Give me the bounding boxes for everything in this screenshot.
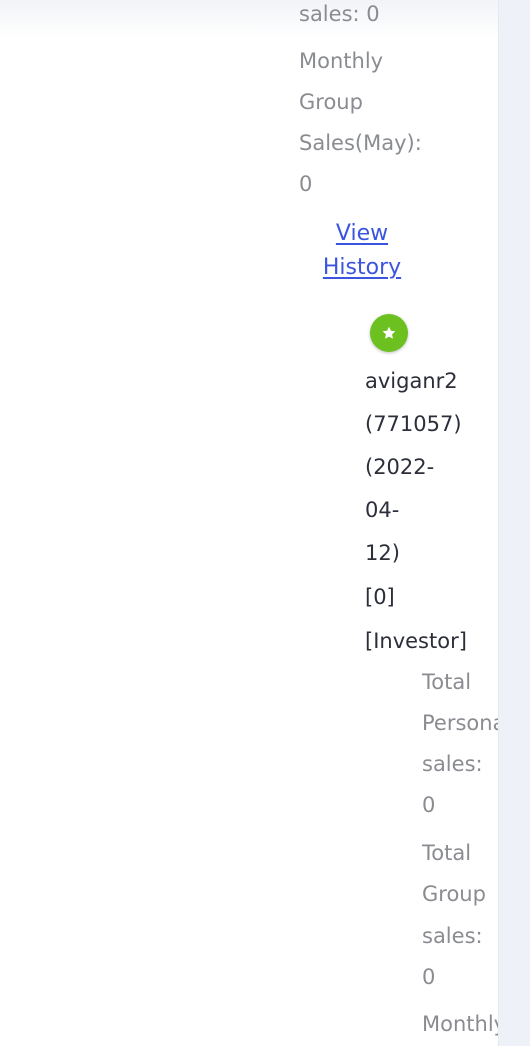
member-id: (771057) [365, 412, 462, 436]
view-history-link-line[interactable]: View [322, 217, 402, 251]
total-personal-sales-value: 0 [422, 793, 436, 817]
view-history-link-line[interactable]: History [322, 251, 402, 285]
member-join-date-line: 04- [365, 498, 400, 522]
total-group-sales-value: 0 [422, 965, 436, 989]
member-level: [0] [365, 585, 395, 609]
monthly-group-sales-line: Monthly [299, 49, 384, 73]
total-personal-sales-line: Total [422, 670, 472, 694]
total-personal-sales-line: sales: [422, 752, 483, 776]
total-group-sales-line: Total [422, 841, 472, 865]
total-group-sales-line: sales: [422, 924, 483, 948]
member-join-date-line: (2022- [365, 455, 435, 479]
member-rank-badge[interactable] [370, 314, 408, 352]
total-group-sales-value: sales: 0 [299, 2, 380, 26]
monthly-group-sales-line: Group [299, 90, 363, 114]
member-username[interactable]: aviganr2 [365, 361, 458, 402]
header-shadow [0, 0, 498, 38]
monthly-group-sales-value: 0 [299, 172, 313, 196]
total-group-sales-line: Group [422, 882, 486, 906]
monthly-group-sales-line: Monthly [422, 1012, 507, 1036]
monthly-group-sales-line: Sales(May): [299, 131, 422, 155]
member-join-date-line: 12) [365, 541, 400, 565]
genealogy-tree-view: sales: 0 Monthly Group Sales(May): 0 Vie… [0, 0, 530, 1046]
scrollbar[interactable] [498, 0, 530, 1046]
member-role: [Investor] [365, 629, 467, 653]
star-icon [382, 326, 396, 339]
